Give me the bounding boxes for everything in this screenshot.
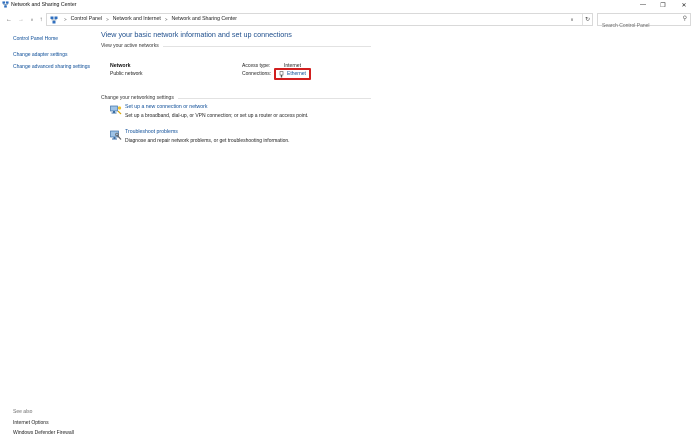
active-networks-heading-label: View your active networks — [101, 43, 159, 49]
change-settings-heading-label: Change your networking settings — [101, 95, 174, 101]
ethernet-icon — [279, 70, 284, 77]
sidebar-item-change-adapter-settings[interactable]: Change adapter settings — [13, 52, 93, 59]
breadcrumb-separator[interactable]: > — [165, 14, 168, 25]
ethernet-connection-link[interactable]: Ethernet — [274, 68, 311, 80]
sidebar-item-change-advanced-sharing-settings[interactable]: Change advanced sharing settings — [13, 64, 93, 71]
see-also-internet-options[interactable]: Internet Options — [13, 420, 74, 426]
troubleshoot-icon — [110, 130, 122, 140]
forward-button[interactable]: → — [16, 14, 26, 25]
divider — [177, 98, 371, 99]
network-name: Network — [110, 63, 131, 69]
search-icon[interactable]: ⚲ — [683, 15, 687, 22]
change-settings-heading: Change your networking settings — [101, 95, 371, 102]
active-networks-heading: View your active networks — [101, 43, 371, 50]
network-center-icon — [2, 1, 9, 8]
back-button[interactable]: ← — [4, 14, 14, 25]
sidebar: Control Panel Home Change adapter settin… — [13, 36, 93, 71]
title-bar: Network and Sharing Center — ❐ ✕ — [0, 0, 695, 11]
breadcrumb: > Control Panel > Network and Internet >… — [60, 14, 237, 25]
troubleshoot-problems-link[interactable]: Troubleshoot problems — [125, 129, 178, 135]
troubleshoot-problems-description: Diagnose and repair network problems, or… — [125, 138, 290, 144]
setup-new-connection-description: Set up a broadband, dial-up, or VPN conn… — [125, 113, 309, 119]
access-type-label: Access type: — [242, 63, 271, 69]
network-type: Public network — [110, 71, 143, 77]
see-also-heading: See also — [13, 409, 33, 415]
close-button[interactable]: ✕ — [672, 0, 695, 10]
address-dropdown-button[interactable]: ∨ — [567, 14, 577, 25]
connections-label: Connections: — [242, 71, 272, 77]
up-button[interactable]: ↑ — [36, 14, 46, 25]
breadcrumb-separator[interactable]: > — [106, 14, 109, 25]
divider — [162, 46, 371, 47]
setup-new-connection-link[interactable]: Set up a new connection or network — [125, 104, 207, 110]
sidebar-item-control-panel-home[interactable]: Control Panel Home — [13, 36, 93, 43]
window-title: Network and Sharing Center — [11, 2, 77, 8]
breadcrumb-separator: > — [64, 17, 67, 22]
address-bar[interactable]: > Control Panel > Network and Internet >… — [46, 13, 593, 26]
new-connection-icon — [110, 105, 122, 115]
ethernet-connection-label[interactable]: Ethernet — [287, 71, 306, 77]
page-title: View your basic network information and … — [101, 30, 292, 39]
breadcrumb-network-and-internet[interactable]: Network and Internet — [113, 14, 161, 25]
active-network-entry: Network Public network Access type: Inte… — [101, 61, 371, 81]
see-also-panel: See also Internet Options Windows Defend… — [13, 409, 74, 440]
refresh-button[interactable]: ↻ — [582, 14, 592, 25]
navigation-bar: ← → ∨ ↑ > Control Panel > Network and In… — [0, 12, 695, 32]
search-input[interactable] — [598, 20, 678, 32]
control-panel-icon — [50, 16, 58, 24]
search-box[interactable]: ⚲ — [597, 13, 691, 32]
breadcrumb-control-panel[interactable]: Control Panel — [71, 14, 102, 25]
breadcrumb-network-and-sharing-center[interactable]: Network and Sharing Center — [172, 14, 237, 25]
see-also-windows-defender-firewall[interactable]: Windows Defender Firewall — [13, 430, 74, 436]
main-content: View your basic network information and … — [101, 30, 371, 144]
